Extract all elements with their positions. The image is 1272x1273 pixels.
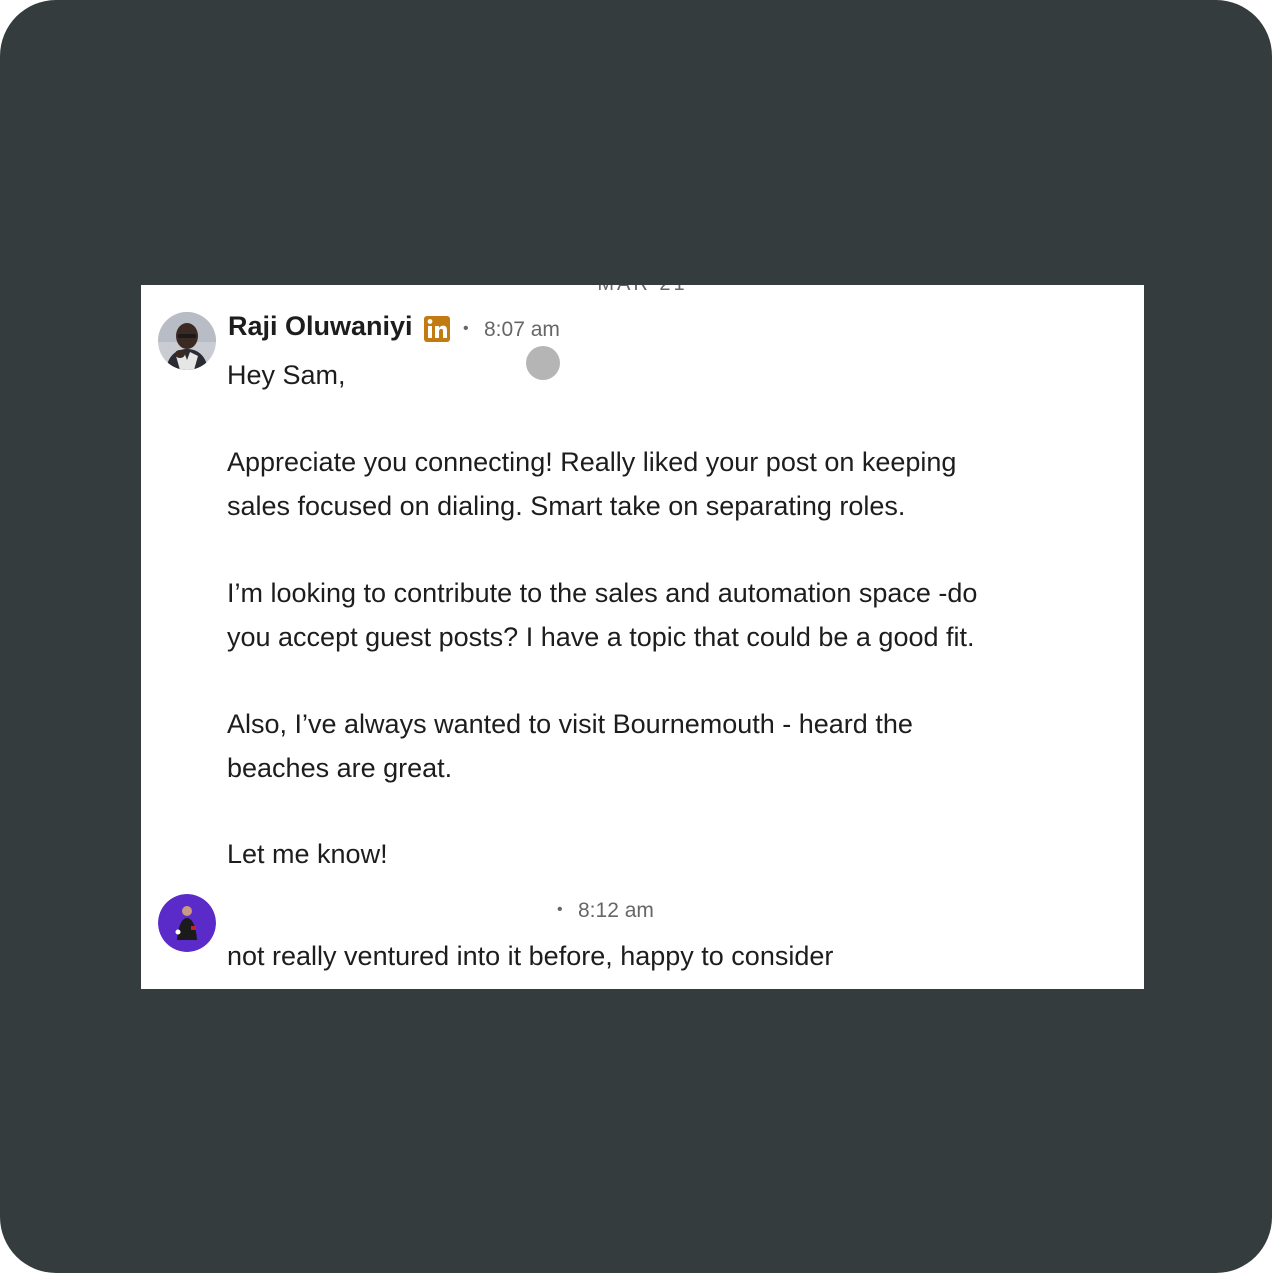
screenshot-frame: MAR 21 Raji Oluwaniyi • 8:07 am [0, 0, 1272, 1273]
message-line: you accept guest posts? I have a topic t… [227, 621, 975, 652]
message-paragraph: I’m looking to contribute to the sales a… [227, 572, 1107, 659]
message-line: Hey Sam, [227, 360, 346, 390]
avatar-photo-icon [158, 312, 216, 370]
message-paragraph: Let me know! [227, 833, 1107, 877]
message-line: Also, I’ve always wanted to visit Bourne… [227, 709, 913, 739]
message-timestamp: 8:07 am [484, 318, 560, 341]
meta-separator-dot: • [557, 901, 563, 918]
message-line: beaches are great. [227, 752, 453, 783]
date-separator: MAR 21 [141, 285, 1144, 296]
message-thread: MAR 21 Raji Oluwaniyi • 8:07 am [141, 285, 1144, 989]
message-timestamp: 8:12 am [578, 899, 654, 922]
sender-avatar[interactable] [158, 312, 216, 370]
message-line: I’m looking to contribute to the sales a… [227, 578, 978, 608]
message-paragraph: Appreciate you connecting! Really liked … [227, 441, 1107, 528]
message-line: not really ventured into it before, happ… [227, 941, 834, 971]
message-line: Let me know! [227, 839, 388, 869]
message-paragraph: Also, I’ve always wanted to visit Bourne… [227, 703, 1107, 790]
message-line: sales focused on dialing. Smart take on … [227, 490, 906, 521]
redacted-sender-name [228, 891, 548, 925]
message-line: Appreciate you connecting! Really liked … [227, 447, 957, 477]
meta-separator-dot: • [463, 320, 469, 337]
message-paragraph: Hey Sam, [227, 354, 1107, 398]
recipient-avatar[interactable] [158, 894, 216, 952]
avatar-photo-icon [158, 894, 216, 952]
touch-indicator-icon [526, 346, 560, 380]
linkedin-icon [424, 316, 450, 342]
sender-name[interactable]: Raji Oluwaniyi [228, 311, 413, 342]
message-paragraph: not really ventured into it before, happ… [227, 935, 1107, 979]
